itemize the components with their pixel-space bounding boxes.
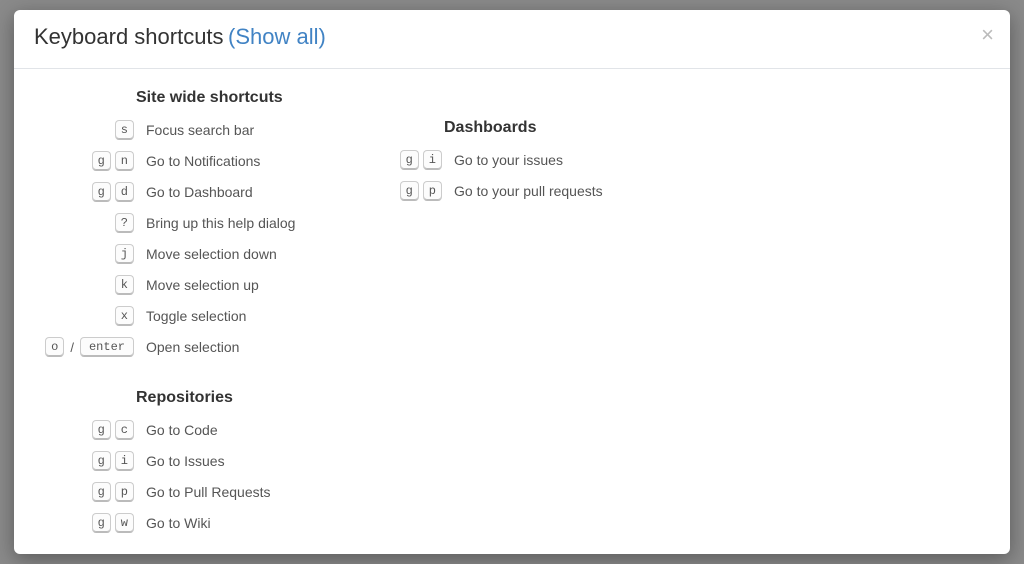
close-icon: × (981, 22, 994, 47)
shortcut-row: g d Go to Dashboard (34, 177, 354, 207)
key-g: g (92, 151, 111, 171)
key-g: g (400, 150, 419, 170)
column-left: Site wide shortcuts s Focus search bar g… (34, 83, 354, 539)
shortcut-keys: j (34, 244, 134, 264)
shortcut-desc: Go to Notifications (146, 153, 260, 169)
shortcut-row: ? Bring up this help dialog (34, 208, 354, 238)
shortcut-row: j Move selection down (34, 239, 354, 269)
key-s: s (115, 120, 134, 140)
shortcut-desc: Go to your issues (454, 152, 563, 168)
shortcut-keys: g n (34, 151, 134, 171)
key-g: g (92, 513, 111, 533)
key-w: w (115, 513, 134, 533)
shortcut-desc: Bring up this help dialog (146, 215, 295, 231)
shortcut-desc: Go to Dashboard (146, 184, 253, 200)
key-o: o (45, 337, 64, 357)
key-x: x (115, 306, 134, 326)
spacer (384, 83, 704, 113)
section-title-repositories: Repositories (136, 389, 354, 407)
shortcut-keys: g p (384, 181, 442, 201)
shortcut-desc: Move selection up (146, 277, 259, 293)
shortcut-keys: k (34, 275, 134, 295)
dialog-header: Keyboard shortcuts (Show all) × (14, 10, 1010, 69)
shortcut-keys: g i (384, 150, 442, 170)
dialog-body: Site wide shortcuts s Focus search bar g… (14, 69, 1010, 549)
shortcut-row: g i Go to Issues (34, 446, 354, 476)
shortcut-desc: Toggle selection (146, 308, 246, 324)
shortcut-row: x Toggle selection (34, 301, 354, 331)
shortcut-keys: g d (34, 182, 134, 202)
key-g: g (92, 182, 111, 202)
dialog-title: Keyboard shortcuts (34, 24, 224, 49)
shortcut-keys: s (34, 120, 134, 140)
spacer (34, 363, 354, 383)
shortcut-row: g n Go to Notifications (34, 146, 354, 176)
shortcut-keys: g w (34, 513, 134, 533)
key-g: g (92, 482, 111, 502)
key-i: i (423, 150, 442, 170)
keyboard-shortcuts-dialog: Keyboard shortcuts (Show all) × Site wid… (14, 10, 1010, 554)
shortcut-desc: Go to Wiki (146, 515, 211, 531)
shortcut-row: s Focus search bar (34, 115, 354, 145)
shortcut-desc: Go to your pull requests (454, 183, 603, 199)
shortcut-row: g p Go to Pull Requests (34, 477, 354, 507)
key-g: g (92, 451, 111, 471)
shortcut-keys: o / enter (34, 337, 134, 357)
key-p: p (115, 482, 134, 502)
key-p: p (423, 181, 442, 201)
key-question: ? (115, 213, 134, 233)
key-d: d (115, 182, 134, 202)
key-g: g (92, 420, 111, 440)
shortcut-desc: Focus search bar (146, 122, 254, 138)
shortcut-row: g c Go to Code (34, 415, 354, 445)
shortcut-desc: Go to Pull Requests (146, 484, 271, 500)
shortcut-row: g i Go to your issues (384, 145, 704, 175)
key-n: n (115, 151, 134, 171)
key-i: i (115, 451, 134, 471)
shortcut-keys: ? (34, 213, 134, 233)
key-enter: enter (80, 337, 134, 357)
shortcut-row: g p Go to your pull requests (384, 176, 704, 206)
shortcut-keys: g p (34, 482, 134, 502)
shortcut-row: o / enter Open selection (34, 332, 354, 362)
shortcut-desc: Open selection (146, 339, 239, 355)
section-title-dashboards: Dashboards (444, 119, 704, 137)
shortcut-keys: g c (34, 420, 134, 440)
shortcut-keys: x (34, 306, 134, 326)
shortcut-keys: g i (34, 451, 134, 471)
shortcut-row: k Move selection up (34, 270, 354, 300)
shortcut-desc: Move selection down (146, 246, 277, 262)
key-g: g (400, 181, 419, 201)
key-separator: / (68, 340, 76, 355)
shortcut-row: g w Go to Wiki (34, 508, 354, 538)
key-j: j (115, 244, 134, 264)
key-c: c (115, 420, 134, 440)
close-button[interactable]: × (981, 24, 994, 46)
section-title-sitewide: Site wide shortcuts (136, 89, 354, 107)
show-all-link[interactable]: (Show all) (228, 24, 326, 49)
shortcut-desc: Go to Issues (146, 453, 225, 469)
key-k: k (115, 275, 134, 295)
column-right: Dashboards g i Go to your issues g p Go … (384, 83, 704, 539)
shortcut-desc: Go to Code (146, 422, 218, 438)
